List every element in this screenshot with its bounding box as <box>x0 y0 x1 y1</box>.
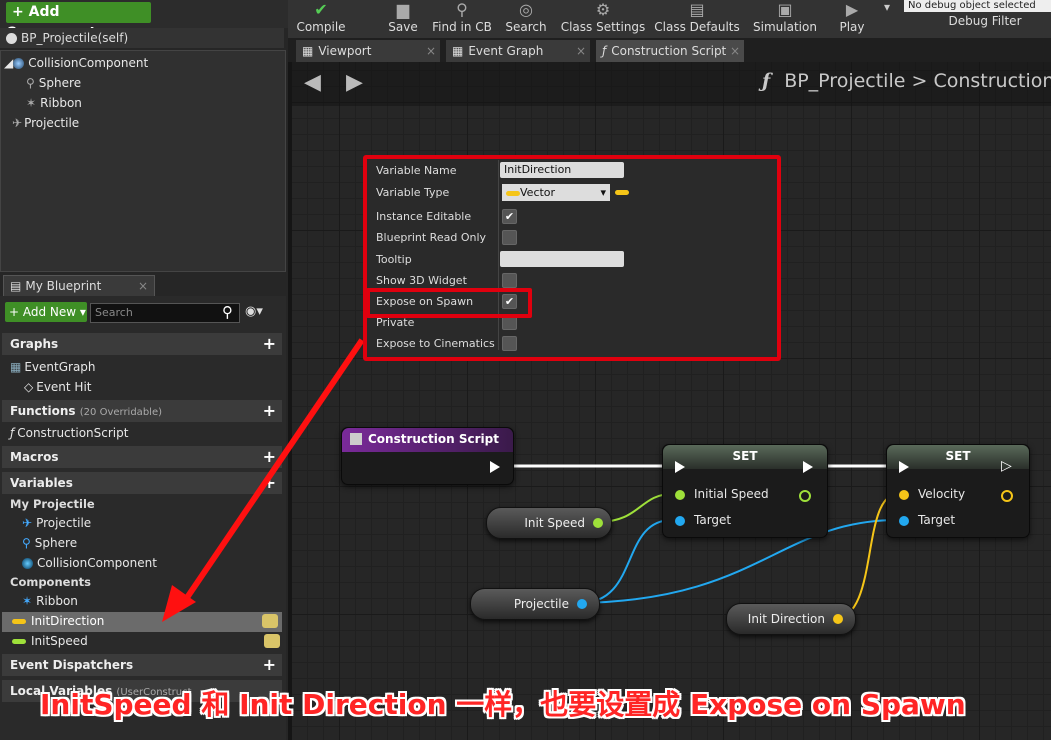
detail-row-expose-to-cinematics: Expose to Cinematics <box>368 333 768 354</box>
annotation-caption: InitSpeed 和 Init Direction 一样，也要设置成 Expo… <box>40 688 966 721</box>
pin-label-velocity: Velocity <box>918 487 966 501</box>
detail-row-tooltip: Tooltip <box>368 249 768 270</box>
detail-row-instance-editable: Instance Editable ✔ <box>368 206 768 227</box>
pin-label-initial-speed: Initial Speed <box>694 487 769 501</box>
detail-row-variable-type: Variable Type Vector ▾ <box>368 182 768 203</box>
exec-out-pin[interactable] <box>490 461 500 473</box>
vector-out-pin[interactable] <box>833 614 843 624</box>
target-in-pin[interactable] <box>899 516 909 526</box>
get-projectile-node[interactable]: Projectile <box>470 588 600 620</box>
dropdown-arrow-icon: ▾ <box>600 186 606 199</box>
instance-editable-checkbox[interactable]: ✔ <box>502 209 517 224</box>
vector-in-pin[interactable] <box>899 490 909 500</box>
expose-on-spawn-highlight <box>366 288 532 318</box>
set-initial-speed-node[interactable]: SET Initial Speed Target <box>662 444 828 538</box>
construction-node-header: Construction Script <box>342 428 513 452</box>
detail-row-blueprint-read-only: Blueprint Read Only <box>368 227 768 248</box>
vector-out-pin[interactable] <box>1001 490 1013 502</box>
float-out-pin[interactable] <box>593 518 603 528</box>
object-out-pin[interactable] <box>577 599 587 609</box>
graph-wires <box>162 338 899 622</box>
event-icon <box>350 433 362 445</box>
vector-type-icon <box>506 190 520 196</box>
set-velocity-node[interactable]: SET ▷ Velocity Target <box>886 444 1030 538</box>
container-type-icon[interactable] <box>615 190 629 195</box>
float-in-pin[interactable] <box>675 490 685 500</box>
exec-out-hollow-icon: ▷ <box>1001 458 1012 474</box>
pin-label-target: Target <box>918 513 956 527</box>
float-out-pin[interactable] <box>799 490 811 502</box>
pin-label-target: Target <box>694 513 732 527</box>
construction-script-node[interactable]: Construction Script <box>341 427 514 485</box>
get-init-direction-node[interactable]: Init Direction <box>726 603 856 635</box>
blueprint-read-only-checkbox[interactable] <box>502 230 517 245</box>
detail-row-variable-name: Variable Name InitDirection <box>368 160 768 181</box>
exec-in-pin[interactable] <box>675 461 685 473</box>
tooltip-input[interactable] <box>500 251 624 267</box>
exec-in-pin[interactable] <box>899 461 909 473</box>
variable-type-dropdown[interactable]: Vector ▾ <box>502 184 610 201</box>
expose-to-cinematics-checkbox[interactable] <box>502 336 517 351</box>
target-in-pin[interactable] <box>675 516 685 526</box>
show-3d-widget-checkbox[interactable] <box>502 273 517 288</box>
annotation-arrow <box>179 338 365 607</box>
variable-name-input[interactable]: InitDirection <box>500 162 624 178</box>
exec-out-pin[interactable] <box>803 461 813 473</box>
get-init-speed-node[interactable]: Init Speed <box>486 507 612 539</box>
